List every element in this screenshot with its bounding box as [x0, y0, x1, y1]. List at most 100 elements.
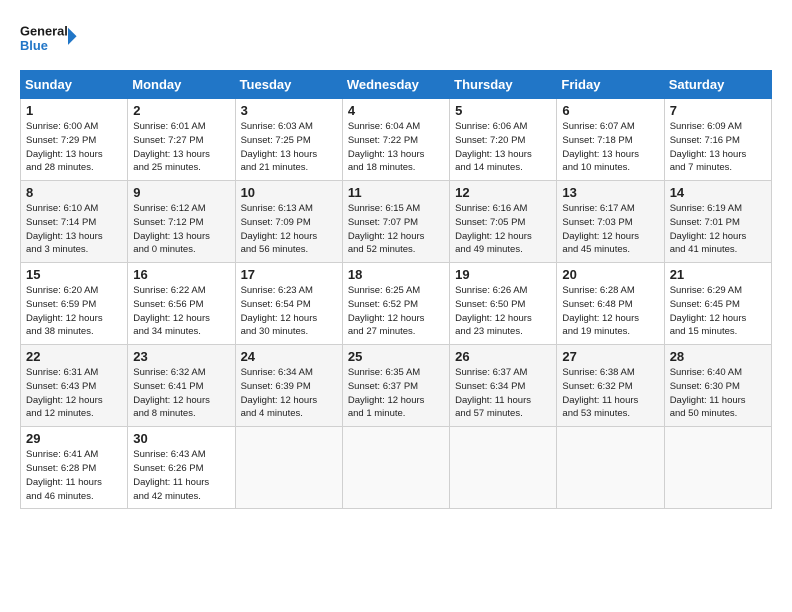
calendar-cell: 20 Sunrise: 6:28 AM Sunset: 6:48 PM Dayli…	[557, 263, 664, 345]
day-number: 3	[241, 103, 337, 118]
day-number: 5	[455, 103, 551, 118]
calendar-cell: 22 Sunrise: 6:31 AM Sunset: 6:43 PM Dayli…	[21, 345, 128, 427]
day-info: Sunrise: 6:12 AM Sunset: 7:12 PM Dayligh…	[133, 202, 229, 257]
calendar-cell: 21 Sunrise: 6:29 AM Sunset: 6:45 PM Dayli…	[664, 263, 771, 345]
calendar-cell: 2 Sunrise: 6:01 AM Sunset: 7:27 PM Daylig…	[128, 99, 235, 181]
logo: General Blue	[20, 18, 80, 58]
calendar-table: SundayMondayTuesdayWednesdayThursdayFrid…	[20, 70, 772, 509]
header-friday: Friday	[557, 71, 664, 99]
day-number: 14	[670, 185, 766, 200]
calendar-cell: 5 Sunrise: 6:06 AM Sunset: 7:20 PM Daylig…	[450, 99, 557, 181]
day-info: Sunrise: 6:07 AM Sunset: 7:18 PM Dayligh…	[562, 120, 658, 175]
calendar-cell: 24 Sunrise: 6:34 AM Sunset: 6:39 PM Dayli…	[235, 345, 342, 427]
day-info: Sunrise: 6:06 AM Sunset: 7:20 PM Dayligh…	[455, 120, 551, 175]
day-number: 21	[670, 267, 766, 282]
day-info: Sunrise: 6:03 AM Sunset: 7:25 PM Dayligh…	[241, 120, 337, 175]
calendar-cell: 17Sunrise: 6:23 AM Sunset: 6:54 PM Dayli…	[235, 263, 342, 345]
day-info: Sunrise: 6:35 AM Sunset: 6:37 PM Dayligh…	[348, 366, 444, 421]
day-info: Sunrise: 6:29 AM Sunset: 6:45 PM Dayligh…	[670, 284, 766, 339]
day-info: Sunrise: 6:17 AM Sunset: 7:03 PM Dayligh…	[562, 202, 658, 257]
calendar-cell: 12Sunrise: 6:16 AM Sunset: 7:05 PM Dayli…	[450, 181, 557, 263]
calendar-cell	[664, 427, 771, 509]
day-number: 23	[133, 349, 229, 364]
day-number: 22	[26, 349, 122, 364]
calendar-header-row: SundayMondayTuesdayWednesdayThursdayFrid…	[21, 71, 772, 99]
calendar-cell	[557, 427, 664, 509]
day-info: Sunrise: 6:40 AM Sunset: 6:30 PM Dayligh…	[670, 366, 766, 421]
day-number: 1	[26, 103, 122, 118]
day-number: 8	[26, 185, 122, 200]
calendar-cell: 1 Sunrise: 6:00 AM Sunset: 7:29 PM Daylig…	[21, 99, 128, 181]
day-info: Sunrise: 6:09 AM Sunset: 7:16 PM Dayligh…	[670, 120, 766, 175]
day-info: Sunrise: 6:37 AM Sunset: 6:34 PM Dayligh…	[455, 366, 551, 421]
day-info: Sunrise: 6:00 AM Sunset: 7:29 PM Dayligh…	[26, 120, 122, 175]
day-info: Sunrise: 6:31 AM Sunset: 6:43 PM Dayligh…	[26, 366, 122, 421]
day-number: 19	[455, 267, 551, 282]
header-tuesday: Tuesday	[235, 71, 342, 99]
day-info: Sunrise: 6:04 AM Sunset: 7:22 PM Dayligh…	[348, 120, 444, 175]
header-thursday: Thursday	[450, 71, 557, 99]
day-number: 13	[562, 185, 658, 200]
calendar-cell: 19 Sunrise: 6:26 AM Sunset: 6:50 PM Dayli…	[450, 263, 557, 345]
calendar-cell: 29 Sunrise: 6:41 AM Sunset: 6:28 PM Dayli…	[21, 427, 128, 509]
day-info: Sunrise: 6:26 AM Sunset: 6:50 PM Dayligh…	[455, 284, 551, 339]
calendar-cell: 25 Sunrise: 6:35 AM Sunset: 6:37 PM Dayli…	[342, 345, 449, 427]
day-number: 29	[26, 431, 122, 446]
calendar-week-3: 15 Sunrise: 6:20 AM Sunset: 6:59 PM Dayli…	[21, 263, 772, 345]
day-number: 15	[26, 267, 122, 282]
calendar-week-2: 8 Sunrise: 6:10 AM Sunset: 7:14 PM Daylig…	[21, 181, 772, 263]
calendar-cell	[342, 427, 449, 509]
day-info: Sunrise: 6:38 AM Sunset: 6:32 PM Dayligh…	[562, 366, 658, 421]
header-sunday: Sunday	[21, 71, 128, 99]
day-info: Sunrise: 6:22 AM Sunset: 6:56 PM Dayligh…	[133, 284, 229, 339]
day-info: Sunrise: 6:13 AM Sunset: 7:09 PM Dayligh…	[241, 202, 337, 257]
day-info: Sunrise: 6:25 AM Sunset: 6:52 PM Dayligh…	[348, 284, 444, 339]
svg-text:General: General	[20, 23, 68, 38]
day-number: 30	[133, 431, 229, 446]
calendar-cell: 27 Sunrise: 6:38 AM Sunset: 6:32 PM Dayli…	[557, 345, 664, 427]
day-info: Sunrise: 6:23 AM Sunset: 6:54 PM Dayligh…	[241, 284, 337, 339]
calendar-cell: 23 Sunrise: 6:32 AM Sunset: 6:41 PM Dayli…	[128, 345, 235, 427]
day-info: Sunrise: 6:32 AM Sunset: 6:41 PM Dayligh…	[133, 366, 229, 421]
day-number: 20	[562, 267, 658, 282]
calendar-cell: 11Sunrise: 6:15 AM Sunset: 7:07 PM Dayli…	[342, 181, 449, 263]
day-number: 28	[670, 349, 766, 364]
calendar-week-5: 29 Sunrise: 6:41 AM Sunset: 6:28 PM Dayli…	[21, 427, 772, 509]
day-number: 16	[133, 267, 229, 282]
calendar-cell	[235, 427, 342, 509]
calendar-cell: 8 Sunrise: 6:10 AM Sunset: 7:14 PM Daylig…	[21, 181, 128, 263]
header-monday: Monday	[128, 71, 235, 99]
day-info: Sunrise: 6:20 AM Sunset: 6:59 PM Dayligh…	[26, 284, 122, 339]
calendar-cell: 30 Sunrise: 6:43 AM Sunset: 6:26 PM Dayli…	[128, 427, 235, 509]
header-wednesday: Wednesday	[342, 71, 449, 99]
day-info: Sunrise: 6:16 AM Sunset: 7:05 PM Dayligh…	[455, 202, 551, 257]
calendar-cell: 7 Sunrise: 6:09 AM Sunset: 7:16 PM Daylig…	[664, 99, 771, 181]
day-number: 7	[670, 103, 766, 118]
day-info: Sunrise: 6:43 AM Sunset: 6:26 PM Dayligh…	[133, 448, 229, 503]
day-number: 27	[562, 349, 658, 364]
calendar-cell: 18 Sunrise: 6:25 AM Sunset: 6:52 PM Dayli…	[342, 263, 449, 345]
calendar-cell: 4Sunrise: 6:04 AM Sunset: 7:22 PM Daylig…	[342, 99, 449, 181]
day-number: 24	[241, 349, 337, 364]
day-number: 25	[348, 349, 444, 364]
calendar-cell: 6Sunrise: 6:07 AM Sunset: 7:18 PM Daylig…	[557, 99, 664, 181]
calendar-cell	[450, 427, 557, 509]
calendar-week-4: 22 Sunrise: 6:31 AM Sunset: 6:43 PM Dayli…	[21, 345, 772, 427]
calendar-week-1: 1 Sunrise: 6:00 AM Sunset: 7:29 PM Daylig…	[21, 99, 772, 181]
day-info: Sunrise: 6:01 AM Sunset: 7:27 PM Dayligh…	[133, 120, 229, 175]
day-number: 9	[133, 185, 229, 200]
calendar-cell: 13 Sunrise: 6:17 AM Sunset: 7:03 PM Dayli…	[557, 181, 664, 263]
header-saturday: Saturday	[664, 71, 771, 99]
day-number: 18	[348, 267, 444, 282]
day-info: Sunrise: 6:10 AM Sunset: 7:14 PM Dayligh…	[26, 202, 122, 257]
calendar-cell: 3 Sunrise: 6:03 AM Sunset: 7:25 PM Daylig…	[235, 99, 342, 181]
day-info: Sunrise: 6:19 AM Sunset: 7:01 PM Dayligh…	[670, 202, 766, 257]
calendar-cell: 26 Sunrise: 6:37 AM Sunset: 6:34 PM Dayli…	[450, 345, 557, 427]
day-info: Sunrise: 6:41 AM Sunset: 6:28 PM Dayligh…	[26, 448, 122, 503]
day-number: 26	[455, 349, 551, 364]
calendar-cell: 15 Sunrise: 6:20 AM Sunset: 6:59 PM Dayli…	[21, 263, 128, 345]
day-number: 2	[133, 103, 229, 118]
day-info: Sunrise: 6:34 AM Sunset: 6:39 PM Dayligh…	[241, 366, 337, 421]
header: General Blue	[20, 18, 772, 58]
day-info: Sunrise: 6:28 AM Sunset: 6:48 PM Dayligh…	[562, 284, 658, 339]
